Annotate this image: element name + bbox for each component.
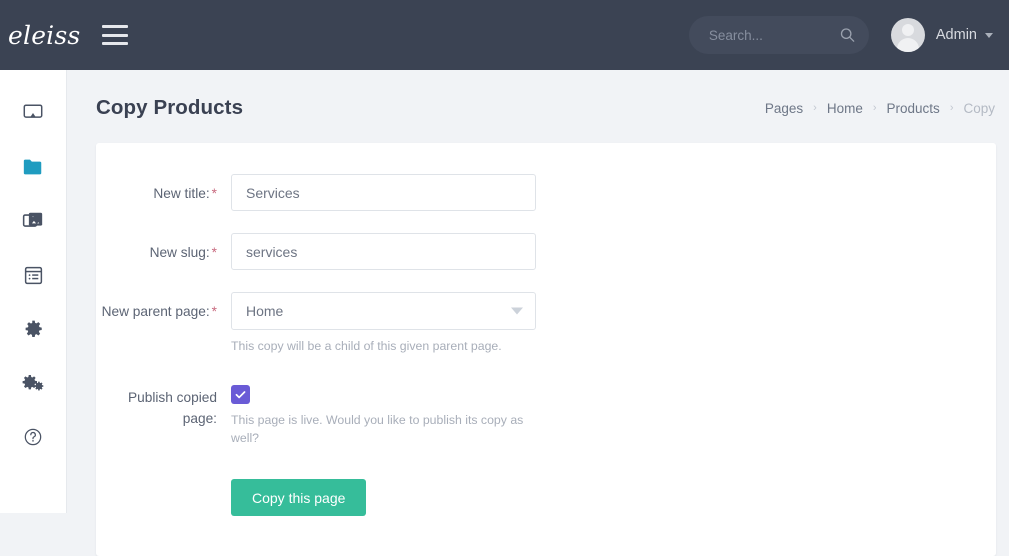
new-parent-page-label-text: New parent page: xyxy=(101,304,210,319)
sidebar-item-dashboard[interactable] xyxy=(0,86,66,140)
copy-this-page-button[interactable]: Copy this page xyxy=(231,479,367,517)
publish-copied-page-field-wrap: This page is live. Would you like to pub… xyxy=(231,378,536,448)
copy-page-form-card: New title:* New slug:* New parent page:*… xyxy=(96,143,996,556)
sidebar-item-forms[interactable] xyxy=(0,248,66,302)
breadcrumb-item-pages[interactable]: Pages xyxy=(765,101,803,116)
chevron-down-icon[interactable] xyxy=(985,32,993,38)
breadcrumb-item-products[interactable]: Products xyxy=(887,101,940,116)
new-title-label-text: New title: xyxy=(153,186,210,201)
check-icon xyxy=(235,390,246,399)
new-parent-page-help-text: This copy will be a child of this given … xyxy=(231,339,502,353)
publish-copied-page-label: Publish copied page: xyxy=(127,389,217,427)
form-row-new-slug: New slug: * xyxy=(96,233,996,270)
new-parent-page-selected-value: Home xyxy=(246,303,284,319)
top-header-bar: eleiss Admin xyxy=(0,0,1009,70)
chevron-down-icon[interactable] xyxy=(511,307,523,315)
avatar-body xyxy=(896,38,919,52)
sidebar-item-settings[interactable] xyxy=(0,302,66,356)
breadcrumb: Pages › Home › Products › Copy xyxy=(765,101,995,116)
hamburger-bar xyxy=(102,42,128,45)
publish-copied-page-help-text: This page is live. Would you like to pub… xyxy=(231,412,524,445)
user-menu[interactable]: Admin xyxy=(890,18,993,52)
header-right-group: Admin xyxy=(688,16,1009,54)
breadcrumb-item-home[interactable]: Home xyxy=(827,101,863,116)
new-slug-label-text: New slug: xyxy=(149,245,210,260)
new-title-label: New title: * xyxy=(96,174,231,211)
search-box[interactable] xyxy=(688,16,869,54)
required-marker: * xyxy=(211,245,217,260)
hamburger-bar xyxy=(102,25,128,28)
page-header: Copy Products Pages › Home › Products › … xyxy=(67,70,1009,120)
main-content: Copy Products Pages › Home › Products › … xyxy=(67,70,1009,556)
hamburger-icon[interactable] xyxy=(102,25,128,45)
new-slug-field-wrap xyxy=(231,233,536,270)
new-title-field-wrap xyxy=(231,174,536,211)
new-title-input[interactable] xyxy=(231,174,536,211)
user-name: Admin xyxy=(935,27,977,43)
sidebar-item-help[interactable] xyxy=(0,410,66,464)
form-row-new-parent-page: New parent page: * Home This copy will be… xyxy=(96,292,996,356)
publish-copied-page-checkbox[interactable] xyxy=(231,384,250,404)
app-logo[interactable]: eleiss xyxy=(8,23,80,48)
sidebar-item-configuration[interactable] xyxy=(0,356,66,410)
breadcrumb-separator: › xyxy=(813,102,817,114)
hamburger-bar xyxy=(102,33,128,37)
search-input[interactable] xyxy=(688,16,869,54)
new-slug-label: New slug: * xyxy=(96,233,231,270)
sidebar xyxy=(0,70,67,513)
avatar-head xyxy=(901,24,914,36)
new-parent-page-select[interactable]: Home xyxy=(231,292,536,330)
avatar xyxy=(890,18,925,52)
new-slug-input[interactable] xyxy=(231,233,536,270)
breadcrumb-separator: › xyxy=(872,102,877,114)
page-title: Copy Products xyxy=(96,96,244,119)
breadcrumb-separator: › xyxy=(949,102,954,114)
breadcrumb-item-copy: Copy xyxy=(963,100,995,116)
sidebar-item-media[interactable] xyxy=(0,194,66,248)
form-row-publish-copied-page: Publish copied page: This page is live. … xyxy=(96,378,996,448)
required-marker: * xyxy=(211,186,217,201)
required-marker: * xyxy=(211,304,217,319)
form-row-new-title: New title: * xyxy=(96,174,996,211)
new-parent-page-label: New parent page: * xyxy=(96,292,231,356)
sidebar-item-pages[interactable] xyxy=(0,140,66,194)
new-parent-page-field-wrap: Home This copy will be a child of this g… xyxy=(231,292,536,356)
